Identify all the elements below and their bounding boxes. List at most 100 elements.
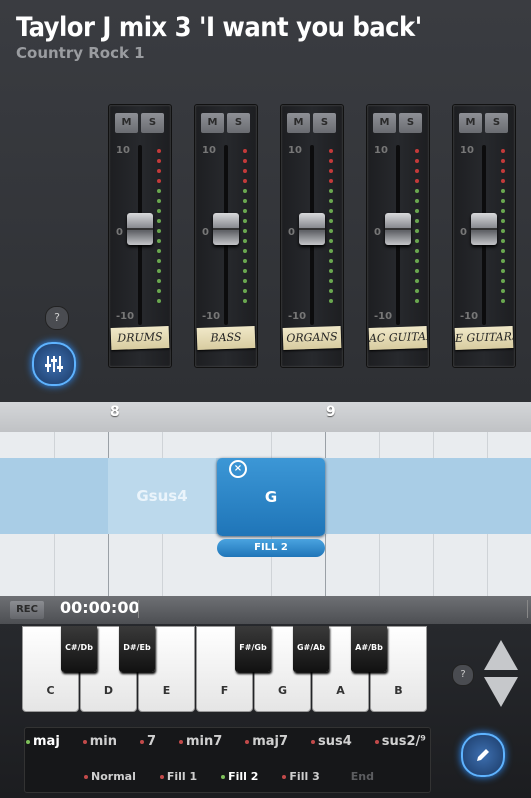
key-label: E — [162, 684, 171, 697]
scale-tick-top: 10 — [116, 145, 130, 156]
timeline-scrollbar[interactable] — [138, 600, 528, 618]
scale-tick-bottom: -10 — [116, 311, 135, 322]
volume-fader-knob[interactable] — [127, 213, 153, 245]
chord-type-label: min — [89, 734, 117, 749]
mute-button[interactable]: M — [287, 113, 310, 133]
bar-number-8: 8 — [110, 404, 120, 420]
bar-number-9: 9 — [326, 404, 336, 420]
status-dot — [221, 775, 226, 779]
chord-type-1[interactable]: maj — [26, 734, 60, 749]
channel-label: BASS — [196, 325, 256, 351]
fill-option-2[interactable]: Fill 1 — [159, 770, 197, 783]
scale-tick-zero: 0 — [374, 227, 381, 238]
fill-option-4[interactable]: Fill 3 — [282, 770, 320, 783]
channel-label: DRUMS — [110, 325, 170, 351]
status-dot — [26, 739, 30, 744]
pencil-icon — [473, 745, 493, 765]
mixer-help-button[interactable]: ? — [45, 306, 69, 330]
black-key[interactable]: A#/Bb — [351, 626, 387, 672]
scale-tick-top: 10 — [374, 145, 388, 156]
key-label: C — [46, 684, 55, 697]
volume-fader-knob[interactable] — [385, 213, 411, 245]
scale-tick-zero: 0 — [116, 227, 123, 238]
scale-tick-zero: 0 — [202, 227, 209, 238]
scale-tick-bottom: -10 — [460, 311, 479, 322]
channel-drums: M S 10 0 -10 DRUMS — [108, 104, 172, 368]
status-dot — [178, 739, 183, 744]
status-dot — [84, 775, 88, 779]
sliders-icon — [44, 353, 64, 374]
status-dot — [344, 775, 348, 779]
key-label: B — [394, 684, 403, 697]
fill-badge[interactable]: FILL 2 — [217, 539, 325, 557]
timeline-ruler[interactable] — [0, 402, 531, 433]
mute-button[interactable]: M — [115, 113, 138, 133]
solo-button[interactable]: S — [141, 113, 164, 133]
chord-type-label: min7 — [185, 734, 223, 749]
status-dot — [374, 739, 379, 744]
solo-button[interactable]: S — [399, 113, 422, 133]
octave-up-icon[interactable] — [484, 640, 518, 670]
mute-button[interactable]: M — [373, 113, 396, 133]
fill-label: End — [350, 770, 374, 783]
black-key[interactable]: D#/Eb — [119, 626, 155, 672]
channel-bass: M S 10 0 -10 BASS — [194, 104, 258, 368]
delete-chord-icon[interactable]: × — [229, 460, 247, 478]
chord-type-7[interactable]: sus2/⁹ — [374, 734, 426, 749]
scale-tick-zero: 0 — [288, 227, 295, 238]
volume-fader-knob[interactable] — [471, 213, 497, 245]
solo-button[interactable]: S — [227, 113, 250, 133]
black-key[interactable]: F#/Gb — [235, 626, 271, 672]
solo-button[interactable]: S — [485, 113, 508, 133]
level-meter — [329, 149, 335, 309]
fill-label: Normal — [91, 770, 136, 783]
fill-option-3[interactable]: Fill 2 — [221, 770, 258, 783]
mute-button[interactable]: M — [201, 113, 224, 133]
volume-fader-knob[interactable] — [299, 213, 325, 245]
fill-option-1[interactable]: Normal — [84, 770, 136, 783]
scale-tick-bottom: -10 — [202, 311, 221, 322]
key-label: F — [220, 684, 229, 697]
keyboard-help-button[interactable]: ? — [452, 664, 474, 686]
time-display: 00:00:00 — [60, 598, 140, 617]
chord-block-gsus4[interactable]: Gsus4 — [108, 458, 216, 534]
status-dot — [139, 739, 144, 744]
chord-type-label: sus4 — [318, 734, 352, 749]
fill-label: Fill 3 — [289, 770, 320, 783]
status-dot — [245, 739, 250, 744]
mute-button[interactable]: M — [459, 113, 482, 133]
solo-button[interactable]: S — [313, 113, 336, 133]
channel-label: AC GUITAR — [368, 325, 428, 351]
fill-option-5: End — [344, 770, 374, 783]
black-key[interactable]: C#/Db — [61, 626, 97, 672]
chord-type-2[interactable]: min — [82, 734, 117, 749]
chord-type-label: 7 — [146, 734, 156, 749]
fill-label: Fill 2 — [228, 770, 259, 783]
channel-label: ORGANS — [282, 325, 342, 351]
channel-ac-guitar: M S 10 0 -10 AC GUITAR — [366, 104, 430, 368]
chord-type-6[interactable]: sus4 — [311, 734, 352, 749]
record-button[interactable]: REC — [10, 601, 44, 619]
chord-type-4[interactable]: min7 — [178, 734, 223, 749]
chord-type-label: sus2/⁹ — [381, 734, 426, 749]
channel-organs: M S 10 0 -10 ORGANS — [280, 104, 344, 368]
key-label: D — [103, 684, 114, 697]
mixer-toggle-button[interactable] — [32, 342, 76, 386]
scale-tick-top: 10 — [460, 145, 474, 156]
status-dot — [282, 775, 287, 779]
chord-type-5[interactable]: maj7 — [245, 734, 288, 749]
octave-down-icon[interactable] — [484, 677, 518, 707]
level-meter — [157, 149, 163, 309]
key-label: A — [336, 684, 345, 697]
chord-type-3[interactable]: 7 — [139, 734, 156, 749]
chord-type-label: maj — [33, 734, 60, 749]
edit-button[interactable] — [461, 733, 505, 777]
volume-fader-knob[interactable] — [213, 213, 239, 245]
scale-tick-zero: 0 — [460, 227, 467, 238]
black-key[interactable]: G#/Ab — [293, 626, 329, 672]
song-title: Taylor J mix 3 'I want you back' — [16, 12, 422, 43]
level-meter — [415, 149, 421, 309]
status-dot — [311, 739, 315, 744]
style-subtitle: Country Rock 1 — [16, 44, 145, 62]
key-label: G — [277, 684, 288, 697]
